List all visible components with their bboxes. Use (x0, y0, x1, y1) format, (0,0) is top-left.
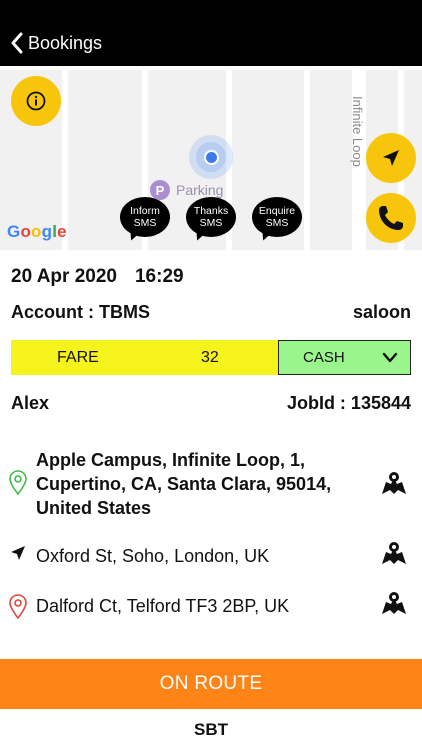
booking-time: 16:29 (134, 266, 184, 287)
job-id: JobId : 135844 (286, 393, 411, 413)
payment-method: CASH (303, 349, 345, 366)
sms-label-line2: SMS (133, 217, 157, 229)
account-label: Account : TBMS (11, 302, 150, 322)
chevron-left-icon (11, 32, 23, 54)
map-directions-icon[interactable] (380, 590, 408, 616)
sms-label-line1: Inform (130, 205, 160, 217)
parking-label: Parking (176, 182, 224, 198)
dropoff-address: Dalford Ct, Telford TF3 2BP, UK (36, 596, 290, 616)
fare-value: 32 (201, 348, 219, 366)
navigate-button[interactable] (366, 133, 416, 183)
sms-label-line1: Thanks (193, 205, 229, 217)
booking-datetime: 20 Apr 2020 16:29 (11, 266, 184, 288)
pickup-address: Apple Campus, Infinite Loop, 1, Cupertin… (36, 450, 332, 518)
passenger-name: Alex (11, 393, 50, 413)
navigation-arrow-icon (383, 150, 399, 166)
vehicle-type: saloon (352, 302, 411, 322)
current-location-marker (189, 135, 233, 179)
google-logo: Google (7, 222, 67, 241)
sms-label-line2: SMS (265, 217, 289, 229)
back-label: Bookings (28, 32, 103, 53)
via-address: Oxford St, Soho, London, UK (36, 546, 270, 566)
info-icon (26, 91, 46, 111)
top-bar: Bookings (0, 0, 422, 66)
map-view[interactable]: Infinite Loop P Parking Inform SMS Thanks… (0, 66, 422, 250)
fare-bar: FARE 32 (11, 340, 278, 375)
fare-label: FARE (57, 348, 99, 366)
sms-label-line2: SMS (199, 217, 223, 229)
enquire-sms-button[interactable]: Enquire SMS (252, 197, 302, 245)
map-directions-icon[interactable] (380, 540, 408, 566)
chevron-down-icon (382, 352, 398, 363)
navigation-arrow-icon (11, 546, 25, 560)
sms-label-line1: Enquire (258, 205, 296, 217)
on-route-button[interactable]: ON ROUTE (0, 659, 422, 709)
call-button[interactable] (366, 193, 416, 243)
address-pickup: Apple Campus, Infinite Loop, 1, Cupertin… (0, 448, 422, 520)
sbt-label[interactable]: SBT (0, 720, 422, 740)
address-via: Oxford St, Soho, London, UK (0, 542, 422, 572)
pin-outline-red-icon (9, 594, 27, 620)
pin-outline-green-icon (9, 470, 27, 496)
map-directions-icon[interactable] (380, 470, 408, 496)
info-button[interactable] (11, 76, 61, 126)
street-label: Infinite Loop (350, 96, 365, 167)
inform-sms-button[interactable]: Inform SMS (120, 197, 170, 245)
back-button[interactable]: Bookings (10, 28, 102, 58)
phone-icon (379, 206, 403, 230)
address-dropoff: Dalford Ct, Telford TF3 2BP, UK (0, 592, 422, 622)
booking-date: 20 Apr 2020 (11, 266, 117, 287)
thanks-sms-button[interactable]: Thanks SMS (186, 197, 236, 245)
payment-method-dropdown[interactable]: CASH (278, 340, 411, 375)
